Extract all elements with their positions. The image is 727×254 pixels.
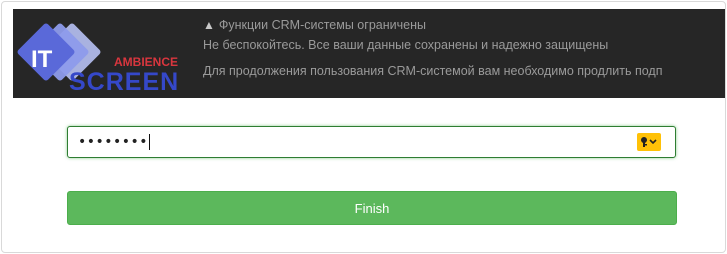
license-banner: IT AMBIENCE SCREEN ▲ Функции CRM-системы … [13,9,725,98]
finish-button[interactable]: Finish [67,191,677,225]
notice-line-1: Не беспокойтесь. Все ваши данные сохране… [203,38,609,52]
license-notice: ▲ Функции CRM-системы ограничены Не беспо… [203,15,725,81]
notice-line-2: Для продолжения пользования CRM-системой… [203,64,663,78]
key-dropdown-button[interactable] [637,133,661,151]
login-card: IT AMBIENCE SCREEN ▲ Функции CRM-системы … [1,1,726,253]
text-caret [149,134,151,150]
logo-subtitle: AMBIENCE [114,55,178,69]
notice-title: Функции CRM-системы ограничены [218,18,426,32]
logo-wordmark: SCREEN [69,68,179,96]
warning-triangle-icon: ▲ [203,18,215,32]
password-value: •••••••• [78,134,149,150]
key-dropdown-icon [641,137,657,147]
logo-mark-text: IT [31,46,53,73]
itscreen-logo: IT AMBIENCE SCREEN [17,23,179,96]
password-field[interactable]: •••••••• [67,126,676,158]
